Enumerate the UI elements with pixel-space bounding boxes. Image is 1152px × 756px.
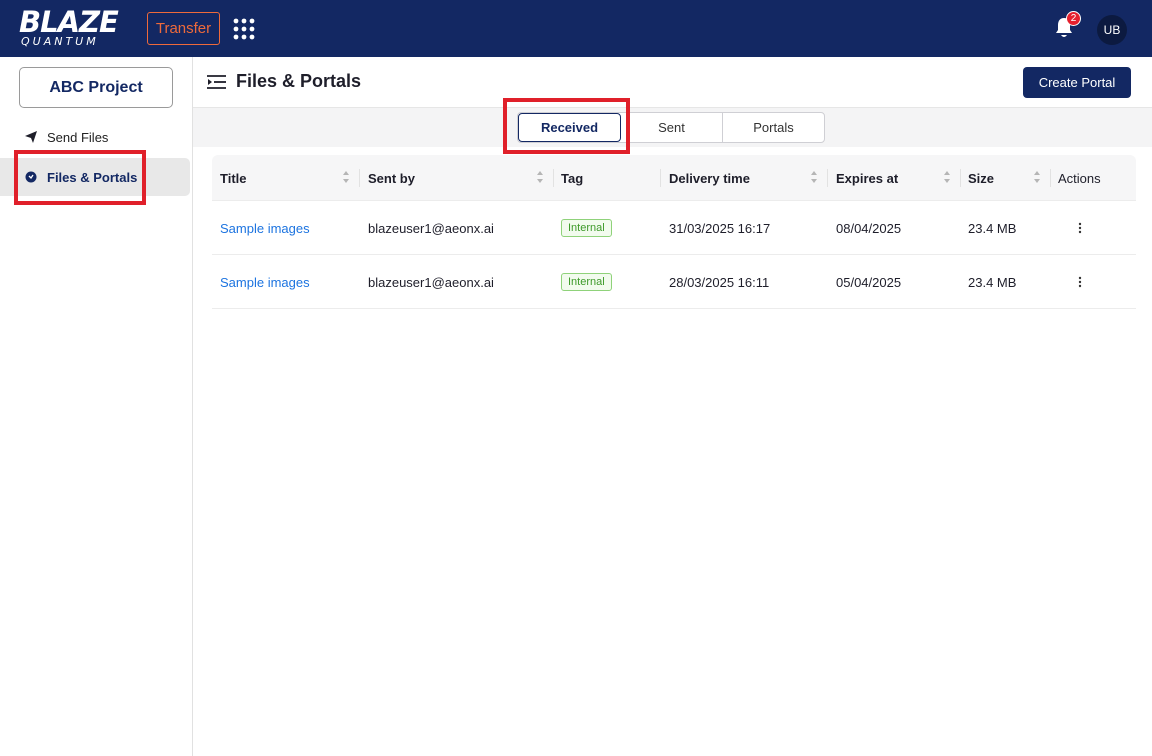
column-header-size[interactable]: Size: [968, 155, 994, 201]
content-area: Received Sent Portals Title Sent by Tag …: [193, 107, 1152, 756]
column-divider: [960, 169, 961, 187]
project-selector-button[interactable]: ABC Project: [19, 67, 173, 108]
column-divider: [359, 169, 360, 187]
sort-icon[interactable]: [810, 170, 818, 184]
kebab-menu-icon[interactable]: [1078, 276, 1082, 288]
column-header-delivery-time[interactable]: Delivery time: [669, 155, 750, 201]
view-tabs: Received Sent Portals: [517, 112, 825, 143]
create-portal-button[interactable]: Create Portal: [1023, 67, 1131, 98]
send-icon: [25, 131, 37, 143]
column-header-title[interactable]: Title: [220, 155, 247, 201]
delivery-time-cell: 28/03/2025 16:11: [669, 274, 770, 290]
tag-badge: Internal: [561, 219, 612, 237]
files-table: Title Sent by Tag Delivery time Expires …: [212, 155, 1136, 309]
sort-icon[interactable]: [342, 170, 350, 184]
tab-sent[interactable]: Sent: [621, 113, 723, 142]
column-divider: [660, 169, 661, 187]
tag-cell: Internal: [561, 255, 612, 309]
table-header: Title Sent by Tag Delivery time Expires …: [212, 155, 1136, 201]
sort-icon[interactable]: [943, 170, 951, 184]
column-divider: [553, 169, 554, 187]
blaze-quantum-logo[interactable]: BLAZE QUANTUM: [19, 8, 131, 48]
actions-cell: [1078, 201, 1082, 255]
sort-icon[interactable]: [1033, 170, 1041, 184]
collapse-menu-icon[interactable]: [207, 74, 226, 90]
table-row: Sample images blazeuser1@aeonx.ai Intern…: [212, 201, 1136, 255]
apps-grid-icon[interactable]: [233, 18, 255, 40]
delivery-time-cell: 31/03/2025 16:17: [669, 220, 771, 236]
sent-by-cell: blazeuser1@aeonx.ai: [368, 220, 494, 236]
transfer-button[interactable]: Transfer: [147, 12, 220, 45]
sent-by-cell: blazeuser1@aeonx.ai: [368, 274, 494, 290]
table-row: Sample images blazeuser1@aeonx.ai Intern…: [212, 255, 1136, 309]
column-divider: [827, 169, 828, 187]
sort-icon[interactable]: [536, 170, 544, 184]
size-cell: 23.4 MB: [968, 220, 1017, 236]
sidebar-item-send-files[interactable]: Send Files: [0, 118, 190, 156]
file-title-link[interactable]: Sample images: [220, 201, 310, 255]
tag-badge: Internal: [561, 273, 612, 291]
tab-portals[interactable]: Portals: [723, 113, 824, 142]
actions-cell: [1078, 255, 1082, 309]
tabs-band: Received Sent Portals: [193, 107, 1152, 147]
file-title-link[interactable]: Sample images: [220, 255, 310, 309]
tab-received[interactable]: Received: [518, 113, 621, 142]
sidebar: ABC Project Send Files Files & Portals: [0, 57, 193, 756]
sidebar-item-label: Files & Portals: [47, 169, 138, 185]
column-header-sent-by[interactable]: Sent by: [368, 155, 415, 201]
column-header-tag: Tag: [561, 170, 584, 186]
main-header: Files & Portals Create Portal: [193, 57, 1152, 107]
logo-main: BLAZE: [19, 5, 119, 39]
column-header-expires-at[interactable]: Expires at: [836, 155, 898, 201]
expires-at-cell: 08/04/2025: [836, 220, 902, 236]
column-header-actions: Actions: [1058, 170, 1101, 186]
chat-icon: [25, 171, 37, 183]
top-bar: BLAZE QUANTUM Transfer 2 UB: [0, 0, 1152, 57]
user-avatar[interactable]: UB: [1097, 15, 1127, 45]
sidebar-item-files-portals[interactable]: Files & Portals: [0, 158, 190, 196]
tag-cell: Internal: [561, 201, 612, 255]
column-divider: [1050, 169, 1051, 187]
page-title: Files & Portals: [236, 71, 362, 91]
kebab-menu-icon[interactable]: [1078, 222, 1082, 234]
size-cell: 23.4 MB: [968, 274, 1017, 290]
notification-badge: 2: [1066, 11, 1081, 26]
expires-at-cell: 05/04/2025: [836, 274, 902, 290]
sidebar-item-label: Send Files: [47, 129, 109, 145]
